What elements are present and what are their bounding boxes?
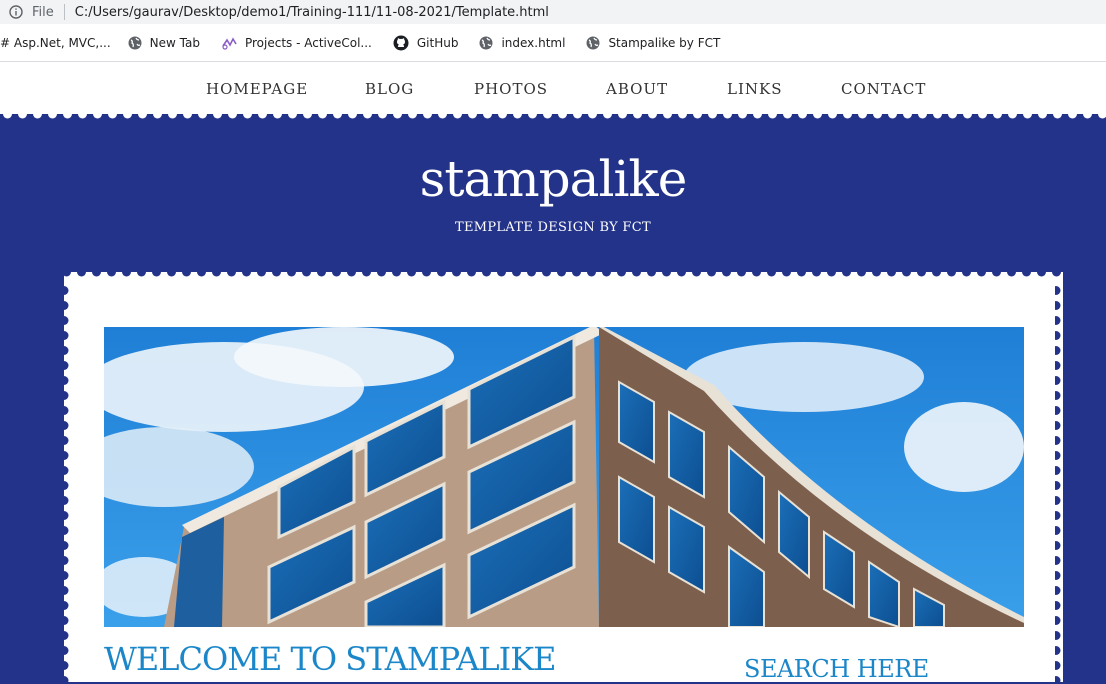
bookmarks-bar: # Asp.Net, MVC,... New Tab Projects - Ac… <box>0 24 1106 62</box>
address-bar[interactable]: File C:/Users/gaurav/Desktop/demo1/Train… <box>0 0 1106 24</box>
nav-links[interactable]: LINKS <box>727 80 783 98</box>
file-scheme-label: File <box>32 4 54 20</box>
address-separator <box>63 4 65 20</box>
bookmark-index[interactable]: index.html <box>479 36 565 50</box>
nav-photos[interactable]: PHOTOS <box>474 80 548 98</box>
bookmark-projects[interactable]: Projects - ActiveCol... <box>221 36 372 50</box>
globe-icon <box>479 36 493 49</box>
nav-homepage[interactable]: HOMEPAGE <box>206 80 308 98</box>
scalloped-border <box>0 114 1106 124</box>
welcome-heading: WELCOME TO STAMPALIKE <box>104 640 557 678</box>
bookmark-new-tab[interactable]: New Tab <box>128 36 200 50</box>
site-title: stampalike <box>419 150 688 208</box>
info-icon[interactable] <box>8 4 24 20</box>
site-subtitle: TEMPLATE DESIGN BY FCT <box>455 220 651 235</box>
bookmark-label: GitHub <box>416 35 459 50</box>
globe-icon <box>128 36 142 49</box>
github-icon <box>393 35 409 50</box>
hero-building-image <box>104 327 1024 627</box>
nav-blog[interactable]: BLOG <box>365 80 414 98</box>
bookmark-label: Stampalike by FCT <box>608 35 721 50</box>
bookmark-aspnet[interactable]: # Asp.Net, MVC,... <box>0 36 111 50</box>
projects-icon <box>222 36 237 50</box>
bookmark-label: index.html <box>501 35 566 50</box>
main-nav: HOMEPAGE BLOG PHOTOS ABOUT LINKS CONTACT <box>0 62 1106 118</box>
bookmark-stampalike[interactable]: Stampalike by FCT <box>586 36 720 50</box>
bookmark-label: # Asp.Net, MVC,... <box>0 35 111 50</box>
url-text[interactable]: C:/Users/gaurav/Desktop/demo1/Training-1… <box>75 5 549 20</box>
bookmark-label: New Tab <box>149 35 200 50</box>
bookmark-github[interactable]: GitHub <box>393 35 459 51</box>
search-heading: SEARCH HERE <box>744 655 929 683</box>
nav-contact[interactable]: CONTACT <box>841 80 926 98</box>
bookmark-label: Projects - ActiveCol... <box>244 35 372 50</box>
nav-about[interactable]: ABOUT <box>606 80 668 98</box>
globe-icon <box>586 36 600 49</box>
